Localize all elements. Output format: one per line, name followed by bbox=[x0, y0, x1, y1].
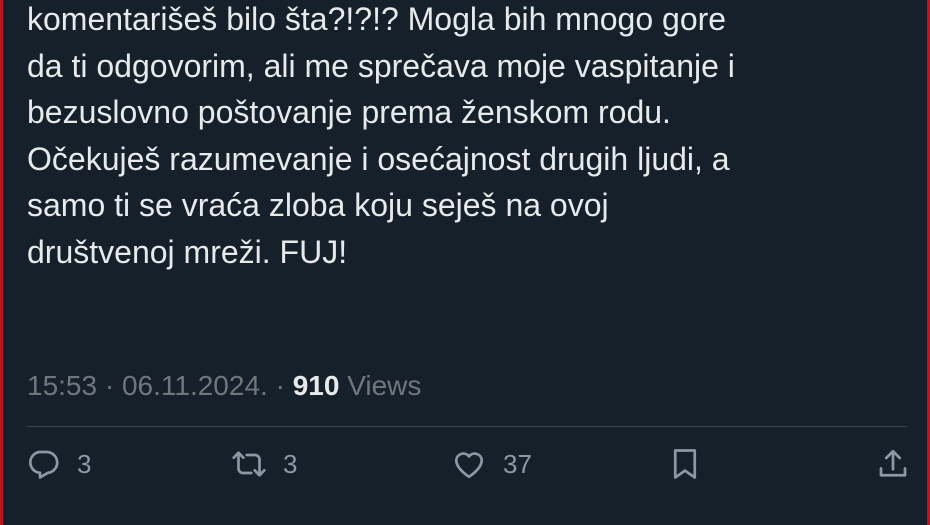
divider bbox=[27, 426, 907, 427]
tweet-text-line: društvenoj mreži. FUJ! bbox=[27, 233, 348, 270]
views-label: Views bbox=[339, 370, 422, 401]
tweet-date[interactable]: 06.11.2024. bbox=[122, 370, 268, 401]
tweet-text-line: samo ti se vraća zloba koju seješ na ovo… bbox=[27, 187, 609, 223]
meta-separator: · bbox=[267, 370, 293, 401]
tweet-text-line: komentarišeš bilo šta?!?!? Mogla bih mno… bbox=[27, 1, 727, 37]
tweet-text-line: bezuslovno poštovanje prema ženskom rodu… bbox=[27, 94, 671, 130]
tweet-text-line: da ti odgovorim, ali me sprečava moje va… bbox=[27, 47, 735, 84]
bookmark-button[interactable] bbox=[667, 440, 703, 488]
like-count: 37 bbox=[503, 448, 532, 479]
like-button[interactable]: 37 bbox=[451, 440, 532, 488]
reply-count: 3 bbox=[77, 448, 92, 479]
retweet-button[interactable]: 3 bbox=[231, 440, 297, 488]
reply-button[interactable]: 3 bbox=[25, 440, 91, 488]
heart-icon bbox=[454, 452, 484, 479]
share-icon bbox=[879, 449, 907, 477]
tweet-screenshot-frame: komentarišeš bilo šta?!?!? Mogla bih mno… bbox=[0, 0, 930, 525]
tweet-text-line: Očekuješ razumevanje i osećajnost drugih… bbox=[27, 140, 730, 177]
tweet-time[interactable]: 15:53 bbox=[27, 370, 97, 401]
tweet-text: komentarišeš bilo šta?!?!? Mogla bih mno… bbox=[27, 0, 907, 275]
retweet-icon bbox=[232, 451, 266, 477]
tweet-metadata: 15:53 · 06.11.2024. · 910 Views bbox=[27, 368, 421, 404]
meta-separator: · bbox=[97, 370, 122, 401]
share-button[interactable] bbox=[875, 440, 911, 488]
bookmark-icon bbox=[673, 449, 697, 479]
reply-icon bbox=[28, 450, 59, 479]
views-count: 910 bbox=[292, 370, 340, 401]
retweet-count: 3 bbox=[283, 448, 298, 479]
